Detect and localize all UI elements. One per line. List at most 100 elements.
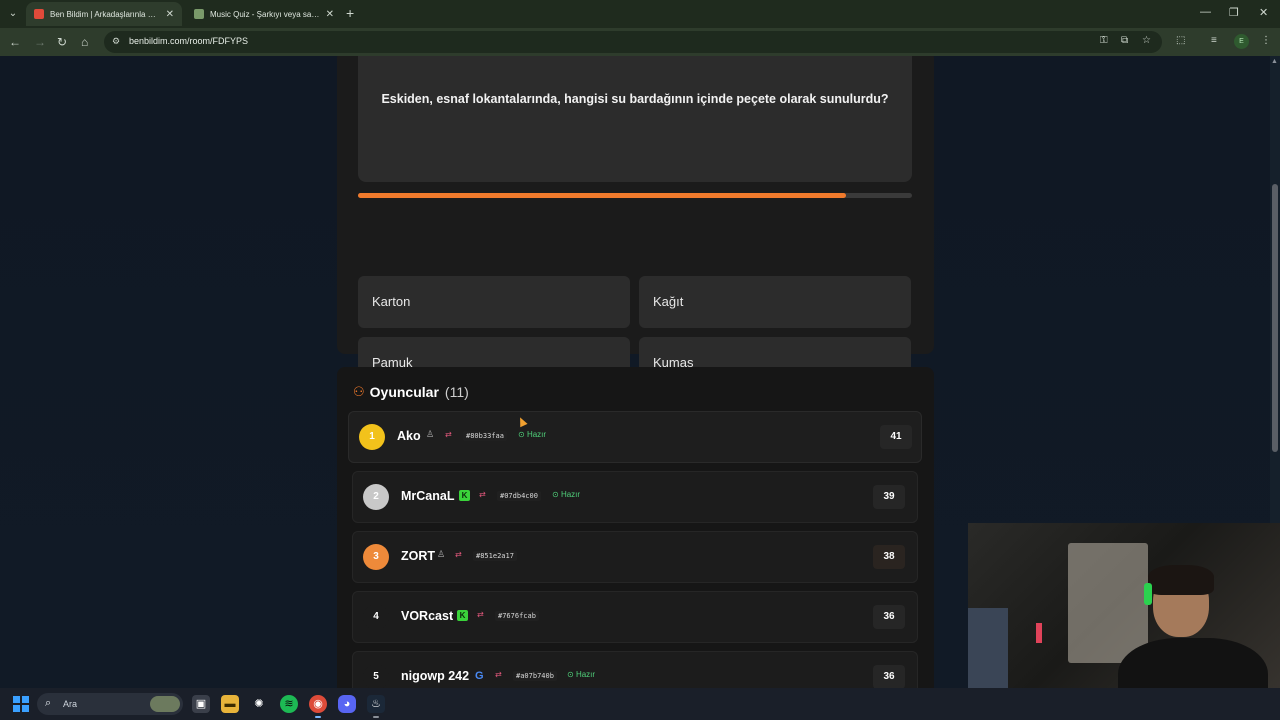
user-icon: ♙	[426, 429, 435, 439]
music-quiz-favicon-icon	[194, 9, 204, 19]
maximize-icon[interactable]: ❐	[1229, 6, 1239, 19]
check-circle-icon: ⊙	[567, 670, 574, 679]
rank-badge: 4	[363, 604, 389, 630]
close-tab-icon[interactable]: ✕	[326, 9, 334, 20]
forward-icon[interactable]: →	[34, 34, 46, 50]
player-name: MrCanaL	[401, 489, 455, 503]
spotify-icon[interactable]: ≋	[280, 695, 298, 713]
player-score: 36	[873, 605, 905, 629]
users-icon: ⚇	[353, 384, 365, 399]
rank-badge: 1	[359, 424, 385, 450]
ready-status: ⊙ Hazır	[567, 670, 595, 679]
browser-tab-bar: ⌄ Ben Bildim | Arkadaşlarınla Onli ✕ Mus…	[0, 0, 1280, 28]
ready-status: ⊙ Hazır	[552, 490, 580, 499]
tab-music-quiz[interactable]: Music Quiz - Şarkıyı veya sanat ✕	[186, 2, 342, 26]
file-explorer-icon[interactable]: ▬	[221, 695, 239, 713]
players-panel: ⚇ Oyuncular (11) 1 Ako ♙ ⇄ #80b33faa ⊙ H…	[337, 367, 934, 688]
players-title: Oyuncular	[369, 384, 439, 400]
kick-player-icon[interactable]: ⇄	[479, 490, 486, 499]
tab-search-icon[interactable]: ⌄	[4, 5, 22, 23]
install-app-icon[interactable]: ⧉	[1121, 35, 1128, 46]
taskbar-search[interactable]: ⌕ Ara	[37, 693, 183, 715]
timer-progress-fill	[358, 193, 846, 198]
players-header: ⚇ Oyuncular (11)	[353, 384, 469, 400]
check-circle-icon: ⊙	[552, 490, 559, 499]
question-card: Eskiden, esnaf lokantalarında, hangisi s…	[358, 56, 912, 182]
media-control-icon[interactable]: ≡	[1211, 35, 1217, 46]
ready-label: Hazır	[526, 430, 547, 439]
scroll-up-arrow-icon[interactable]: ▲	[1271, 58, 1278, 65]
kick-player-icon[interactable]: ⇄	[455, 550, 462, 559]
player-code: #80b33faa	[463, 431, 507, 441]
check-circle-icon: ⊙	[518, 430, 525, 439]
task-view-icon[interactable]: ▣	[192, 695, 210, 713]
kick-player-icon[interactable]: ⇄	[445, 430, 452, 439]
players-count: (11)	[444, 384, 469, 400]
rank-badge: 3	[363, 544, 389, 570]
reload-icon[interactable]: ↻	[57, 34, 67, 50]
menu-kebab-icon[interactable]: ⋮	[1261, 35, 1271, 46]
quiz-panel: Eskiden, esnaf lokantalarında, hangisi s…	[337, 56, 934, 389]
question-text: Eskiden, esnaf lokantalarında, hangisi s…	[381, 92, 889, 106]
player-code: #7676fcab	[495, 611, 539, 621]
ready-status: ⊙ Hazır	[518, 430, 546, 439]
kick-logo-icon: K	[459, 490, 470, 501]
tab-benbildim[interactable]: Ben Bildim | Arkadaşlarınla Onli ✕	[26, 2, 182, 26]
scrollbar-thumb[interactable]	[1272, 184, 1278, 452]
rank-badge: 5	[363, 664, 389, 688]
player-score: 36	[873, 665, 905, 688]
extensions-icon[interactable]: ⬚	[1176, 35, 1185, 46]
webcam-light	[1036, 623, 1042, 643]
player-row: 2 MrCanaL K ⇄ #07db4c00 ⊙ Hazır 39	[352, 471, 918, 523]
search-icon: ⌕	[45, 697, 52, 709]
back-icon[interactable]: ←	[9, 34, 21, 50]
discord-icon[interactable]: ◕	[338, 695, 356, 713]
home-icon[interactable]: ⌂	[81, 34, 88, 50]
kick-player-icon[interactable]: ⇄	[477, 610, 484, 619]
bookmark-star-icon[interactable]: ☆	[1142, 35, 1151, 46]
password-key-icon[interactable]: ⚿	[1100, 35, 1108, 46]
player-score: 41	[880, 425, 912, 449]
minimize-icon[interactable]: —	[1200, 6, 1211, 18]
player-name: nigowp 242	[401, 669, 470, 683]
kick-player-icon[interactable]: ⇄	[495, 670, 502, 679]
webcam-monitor	[968, 608, 1008, 698]
search-label: Ara	[63, 699, 78, 709]
site-info-icon[interactable]: ⚙	[112, 36, 124, 48]
player-score: 38	[873, 545, 905, 569]
windows-start-icon[interactable]	[13, 696, 29, 712]
webcam-person-hair	[1148, 565, 1214, 595]
steam-open-indicator	[373, 716, 379, 718]
chatgpt-icon[interactable]: ✺	[250, 695, 268, 713]
webcam-poster	[1068, 543, 1148, 663]
address-bar[interactable]: ⚙ benbildim.com/room/FDFYPS	[104, 31, 1162, 53]
player-name: Ako	[397, 429, 421, 443]
answer-option[interactable]: Kağıt	[639, 276, 911, 328]
close-window-icon[interactable]: ✕	[1259, 6, 1268, 19]
player-code: #07db4c00	[497, 491, 541, 501]
answer-option[interactable]: Karton	[358, 276, 630, 328]
ready-label: Hazır	[575, 670, 596, 679]
browser-toolbar: ← → ↻ ⌂ ⚙ benbildim.com/room/FDFYPS ⚿ ⧉ …	[0, 28, 1280, 56]
chrome-icon[interactable]: ◉	[309, 695, 327, 713]
player-row: 4 VORcast K ⇄ #7676fcab 36	[352, 591, 918, 643]
player-code: #851e2a17	[473, 551, 517, 561]
player-code: #a07b740b	[513, 671, 557, 681]
player-name: VORcast	[401, 609, 454, 623]
search-highlight-icon	[150, 696, 180, 712]
close-tab-icon[interactable]: ✕	[166, 9, 174, 20]
timer-progress-bar	[358, 193, 912, 198]
url-text[interactable]: benbildim.com/room/FDFYPS	[129, 36, 248, 46]
google-logo-icon: G	[475, 670, 484, 682]
tab-title: Music Quiz - Şarkıyı veya sanat	[210, 9, 320, 19]
player-row: 5 nigowp 242 G ⇄ #a07b740b ⊙ Hazır 36	[352, 651, 918, 688]
profile-avatar[interactable]: E	[1234, 34, 1249, 49]
windows-taskbar: ⌕ Ara ▣ ▬ ✺ ≋ ◉ ◕ ♨	[0, 688, 1280, 720]
player-row: 1 Ako ♙ ⇄ #80b33faa ⊙ Hazır 41	[348, 411, 922, 463]
kick-logo-icon: K	[457, 610, 468, 621]
steam-icon[interactable]: ♨	[367, 695, 385, 713]
new-tab-button[interactable]: +	[346, 5, 354, 21]
tab-title: Ben Bildim | Arkadaşlarınla Onli	[50, 9, 160, 19]
benbildim-favicon-icon	[34, 9, 44, 19]
ready-label: Hazır	[560, 490, 581, 499]
